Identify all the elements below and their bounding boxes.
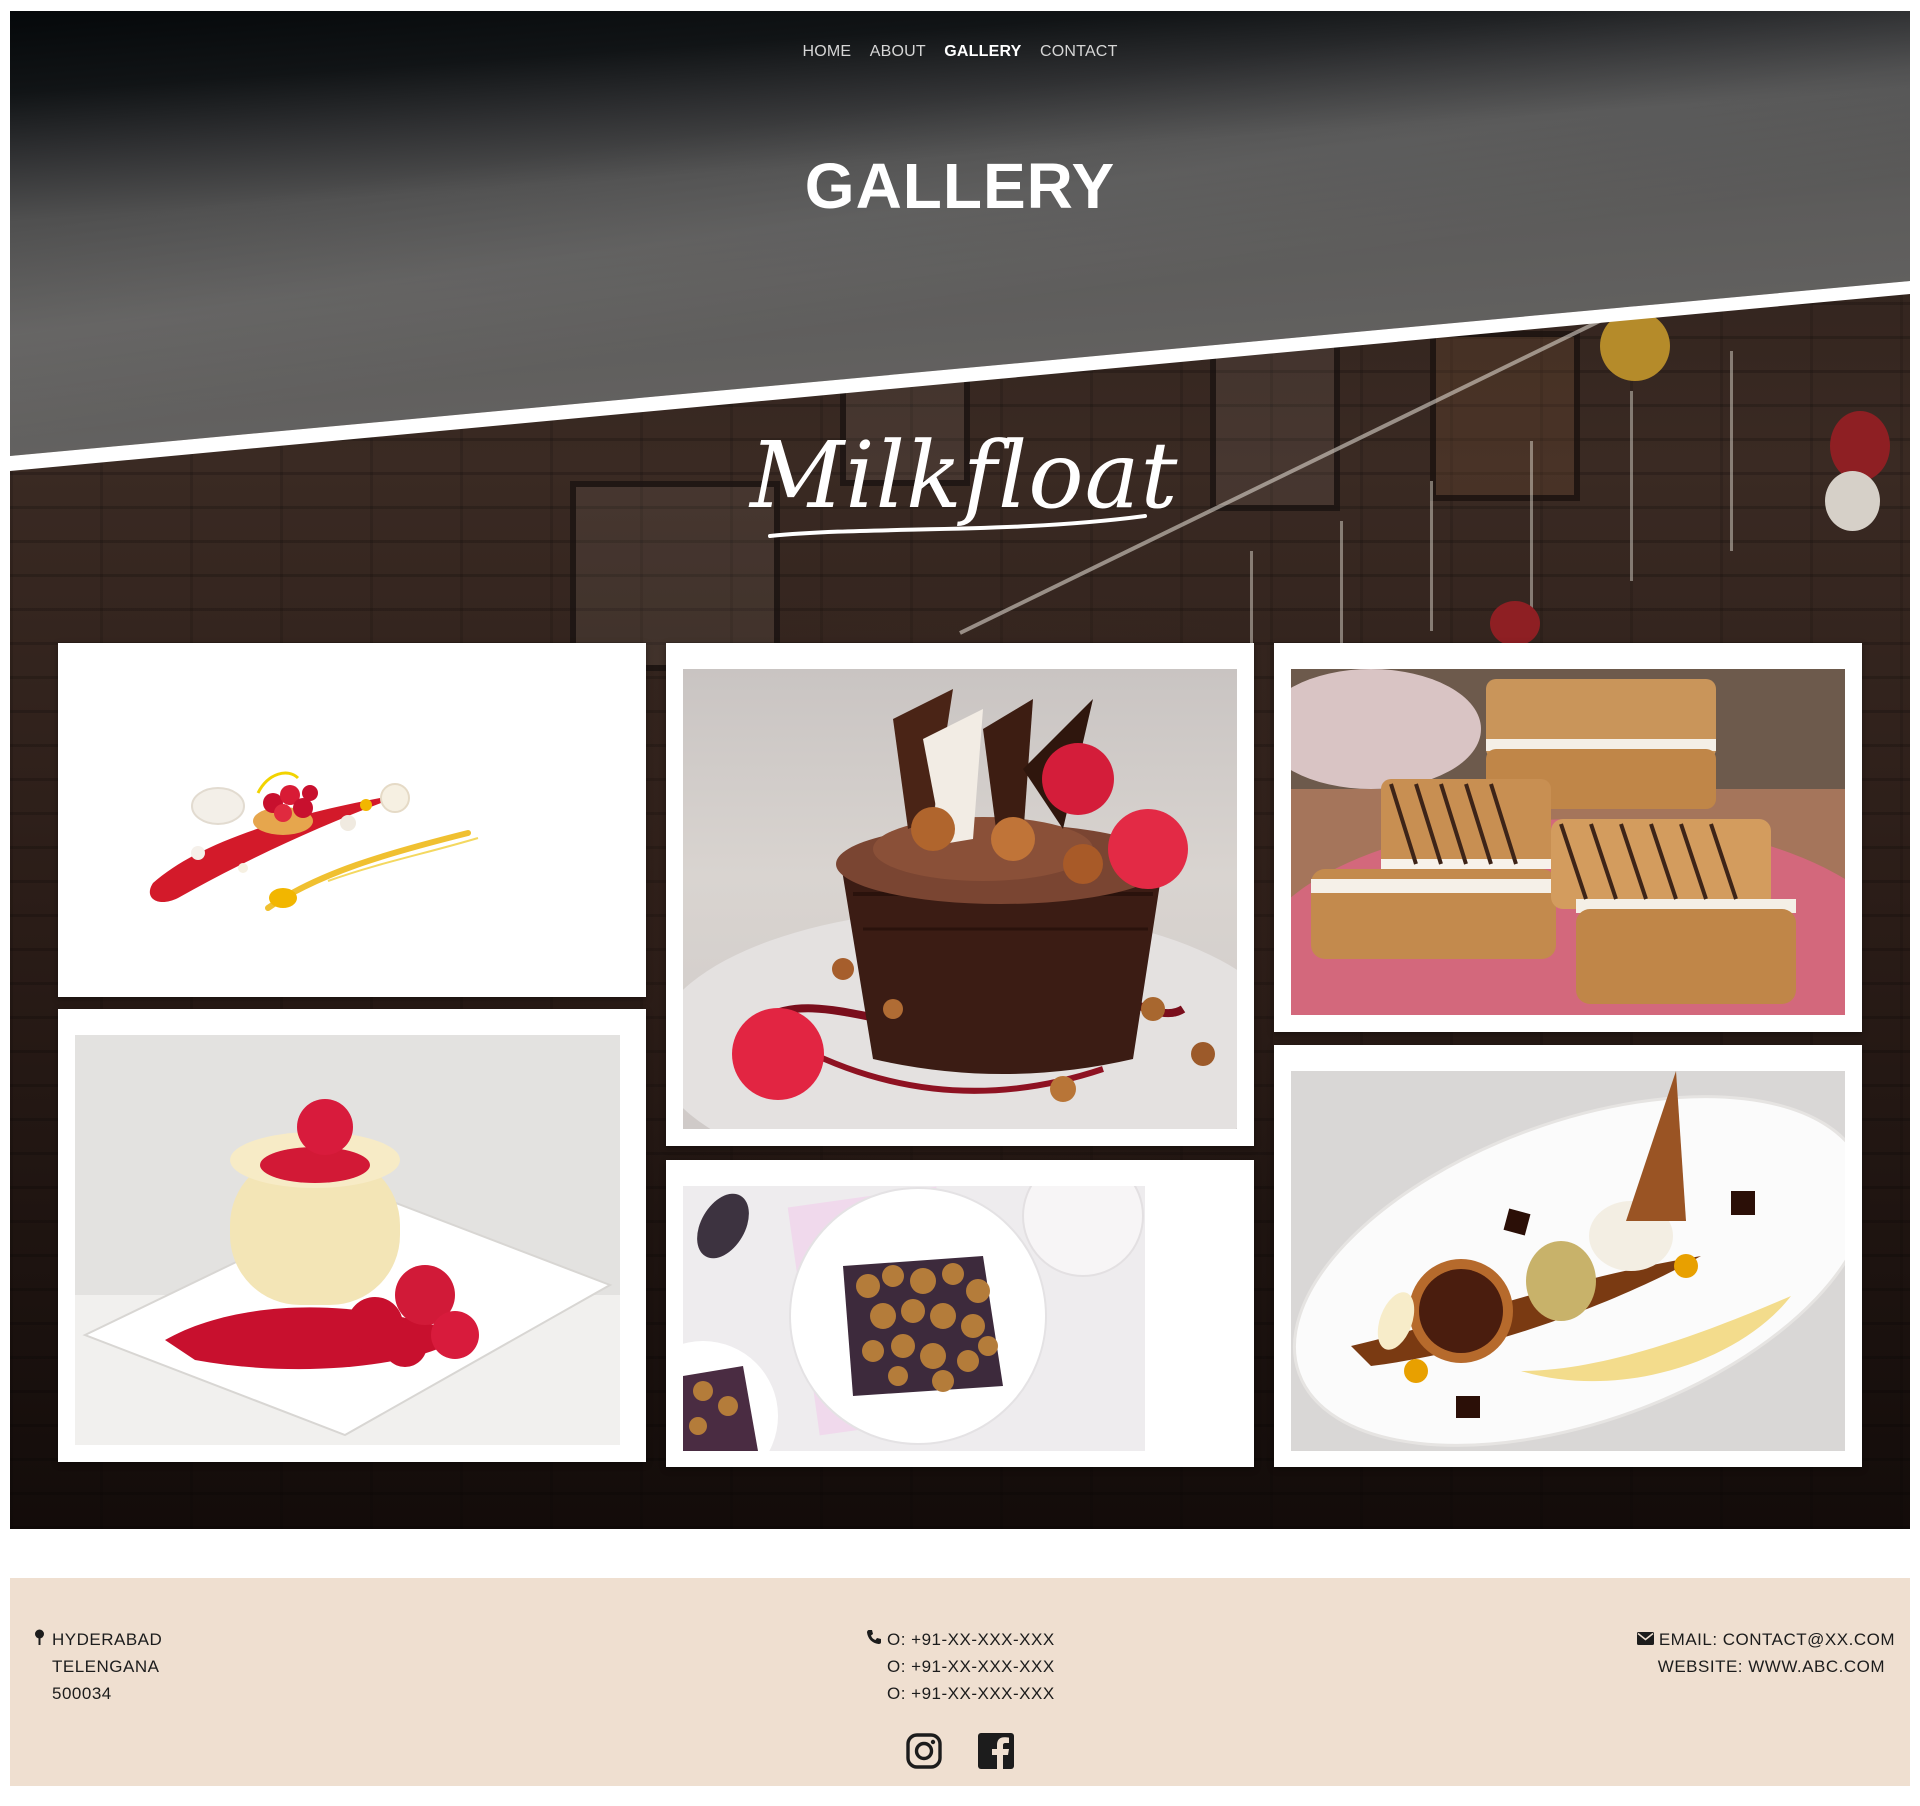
wall-frame: [1210, 341, 1340, 511]
stair-post: [1530, 441, 1533, 611]
phone-line-2[interactable]: O: +91-XX-XXX-XXX: [865, 1653, 1055, 1680]
gallery-card-chocolate-tart[interactable]: [1274, 1045, 1862, 1467]
balloon: [1830, 411, 1890, 481]
site-footer: HYDERABAD TELENGANA 500034 O: +91-XX-XXX…: [10, 1578, 1910, 1786]
email-link[interactable]: EMAIL: CONTACT@XX.COM: [1659, 1630, 1895, 1649]
stair-post: [1430, 481, 1433, 631]
stair-post: [1630, 391, 1633, 581]
phone-line-3[interactable]: O: +91-XX-XXX-XXX: [865, 1680, 1055, 1707]
gallery-card-berry-crumble[interactable]: [666, 1160, 1254, 1467]
phone-icon: [865, 1626, 883, 1653]
nav-about[interactable]: ABOUT: [870, 43, 926, 61]
nav-gallery[interactable]: GALLERY: [944, 43, 1021, 61]
nav-contact[interactable]: CONTACT: [1040, 43, 1118, 61]
footer-phones: O: +91-XX-XXX-XXX O: +91-XX-XXX-XXX O: +…: [865, 1626, 1055, 1707]
photo-sponge-cake: [1291, 669, 1845, 1015]
main-nav: HOME ABOUT GALLERY CONTACT: [10, 43, 1910, 61]
wall-frame: [1430, 331, 1580, 501]
nav-home[interactable]: HOME: [802, 43, 851, 61]
milkfloat-logo: Milkfloat: [750, 416, 1179, 566]
facebook-icon[interactable]: [977, 1733, 1014, 1774]
map-pin-icon: [30, 1626, 48, 1653]
address-line-city: HYDERABAD: [52, 1630, 163, 1649]
photo-chocolate-tart: [1291, 1071, 1845, 1451]
page-title: GALLERY: [804, 150, 1116, 222]
address-line-state: TELENGANA: [52, 1657, 160, 1676]
address-line-zip: 500034: [52, 1684, 112, 1703]
website-link[interactable]: WEBSITE: WWW.ABC.COM: [1637, 1653, 1895, 1680]
balloon: [1490, 601, 1540, 646]
gallery-card-chocolate-cup[interactable]: [666, 643, 1254, 1146]
phone-line-1[interactable]: O: +91-XX-XXX-XXX: [887, 1630, 1055, 1649]
balloon: [1825, 471, 1880, 531]
gallery-card-vanilla-mousse[interactable]: [58, 1009, 646, 1462]
gallery-card-raspberry-tart[interactable]: [58, 643, 646, 997]
social-links: [10, 1733, 1910, 1774]
gallery-card-sponge-cake[interactable]: [1274, 643, 1862, 1032]
stair-post: [1730, 351, 1733, 551]
footer-contact: EMAIL: CONTACT@XX.COM WEBSITE: WWW.ABC.C…: [1637, 1626, 1895, 1680]
logo-text: Milkfloat: [750, 422, 1179, 529]
photo-raspberry-tart: [58, 643, 646, 997]
photo-chocolate-cup: [683, 669, 1237, 1129]
envelope-icon: [1637, 1626, 1655, 1653]
photo-vanilla-mousse: [75, 1035, 620, 1445]
photo-berry-crumble: [683, 1186, 1145, 1451]
footer-address: HYDERABAD TELENGANA 500034: [30, 1626, 162, 1707]
instagram-icon[interactable]: [906, 1733, 943, 1774]
stair-post: [1340, 521, 1343, 661]
